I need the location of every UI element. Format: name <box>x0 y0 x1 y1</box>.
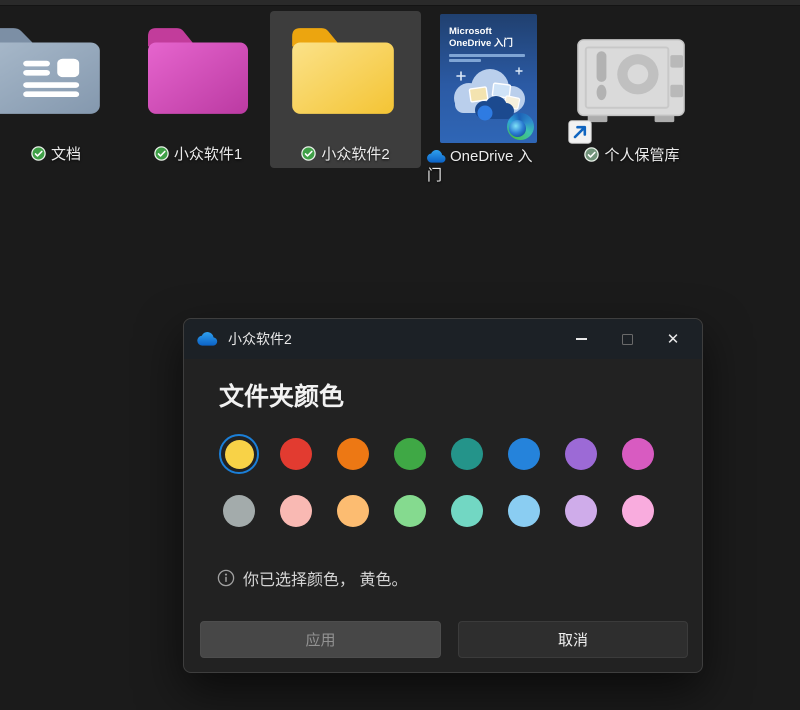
color-dot-yellow <box>225 440 254 469</box>
onedrive-app-icon <box>197 332 218 346</box>
pdf-title-line2: OneDrive 入门 <box>449 38 513 49</box>
color-swatch-orchid[interactable] <box>618 491 658 531</box>
shortcut-arrow-icon <box>568 120 592 144</box>
vault-safe-icon <box>572 36 690 124</box>
color-swatch-orange[interactable] <box>333 434 373 474</box>
color-swatch-lavender[interactable] <box>561 491 601 531</box>
color-swatch-magenta[interactable] <box>618 434 658 474</box>
maximize-icon <box>622 334 633 345</box>
yellow-folder-icon <box>282 20 404 122</box>
color-swatch-blue[interactable] <box>504 434 544 474</box>
color-swatch-red[interactable] <box>276 434 316 474</box>
file-name-block: OneDrive 入门 <box>427 147 545 185</box>
color-dot-magenta <box>622 438 654 470</box>
color-dot-orchid <box>622 495 654 527</box>
color-dot-purple <box>565 438 597 470</box>
color-swatch-teal[interactable] <box>447 434 487 474</box>
window-controls: ✕ <box>558 319 696 359</box>
close-icon: ✕ <box>667 332 680 347</box>
info-icon <box>217 569 235 587</box>
color-swatch-row-2 <box>219 491 658 531</box>
sync-status-icon <box>154 146 169 161</box>
color-dot-aqua <box>451 495 483 527</box>
apply-button[interactable]: 应用 <box>200 621 441 658</box>
color-swatch-green[interactable] <box>390 434 430 474</box>
file-name: 文档 <box>51 143 81 164</box>
color-dot-green <box>394 438 426 470</box>
close-button[interactable]: ✕ <box>650 319 696 359</box>
dialog-heading: 文件夹颜色 <box>219 377 344 413</box>
color-dot-light-blue <box>508 495 540 527</box>
color-swatch-purple[interactable] <box>561 434 601 474</box>
file-name: 小众软件2 <box>321 143 389 164</box>
color-swatch-light-blue[interactable] <box>504 491 544 531</box>
folder-color-dialog: 小众软件2 ✕ 文件夹颜色 你已选择颜色， 黄色。 应用 取消 <box>183 318 703 673</box>
sync-status-icon <box>301 146 316 161</box>
color-swatch-aqua[interactable] <box>447 491 487 531</box>
minimize-icon <box>576 338 587 340</box>
color-dot-light-green <box>394 495 426 527</box>
edge-logo-icon <box>507 113 534 140</box>
color-dot-lavender <box>565 495 597 527</box>
color-swatch-row-1 <box>219 434 658 474</box>
dialog-titlebar[interactable]: 小众软件2 ✕ <box>184 319 702 359</box>
color-dot-teal <box>451 438 483 470</box>
color-dot-peach <box>337 495 369 527</box>
color-swatch-light-green[interactable] <box>390 491 430 531</box>
color-dot-blue <box>508 438 540 470</box>
pink-folder-icon <box>138 20 258 122</box>
color-dot-orange <box>337 438 369 470</box>
file-name: 个人保管库 <box>604 144 679 165</box>
minimize-button[interactable] <box>558 319 604 359</box>
maximize-button[interactable] <box>604 319 650 359</box>
color-swatch-light-pink[interactable] <box>276 491 316 531</box>
color-swatch-yellow[interactable] <box>219 434 259 474</box>
onedrive-cloud-icon <box>427 150 446 163</box>
cancel-button[interactable]: 取消 <box>458 621 688 658</box>
sync-status-icon <box>31 146 46 161</box>
sync-status-icon <box>584 147 599 162</box>
color-dot-gray <box>223 495 255 527</box>
pdf-thumbnail: Microsoft OneDrive 入门 <box>440 14 537 143</box>
pdf-subtitle-lines <box>449 54 525 62</box>
pdf-title-line1: Microsoft <box>449 26 492 37</box>
selection-info-row: 你已选择颜色， 黄色。 <box>217 566 407 590</box>
dialog-title: 小众软件2 <box>228 329 292 349</box>
color-swatch-gray[interactable] <box>219 491 259 531</box>
top-divider <box>0 0 800 6</box>
color-dot-red <box>280 438 312 470</box>
selection-info-text: 你已选择颜色， 黄色。 <box>243 566 407 590</box>
file-explorer-area: 文档 小众软件1 <box>0 0 800 710</box>
color-dot-light-pink <box>280 495 312 527</box>
documents-folder-icon <box>0 20 112 122</box>
color-swatch-peach[interactable] <box>333 491 373 531</box>
file-name: 小众软件1 <box>174 143 242 164</box>
